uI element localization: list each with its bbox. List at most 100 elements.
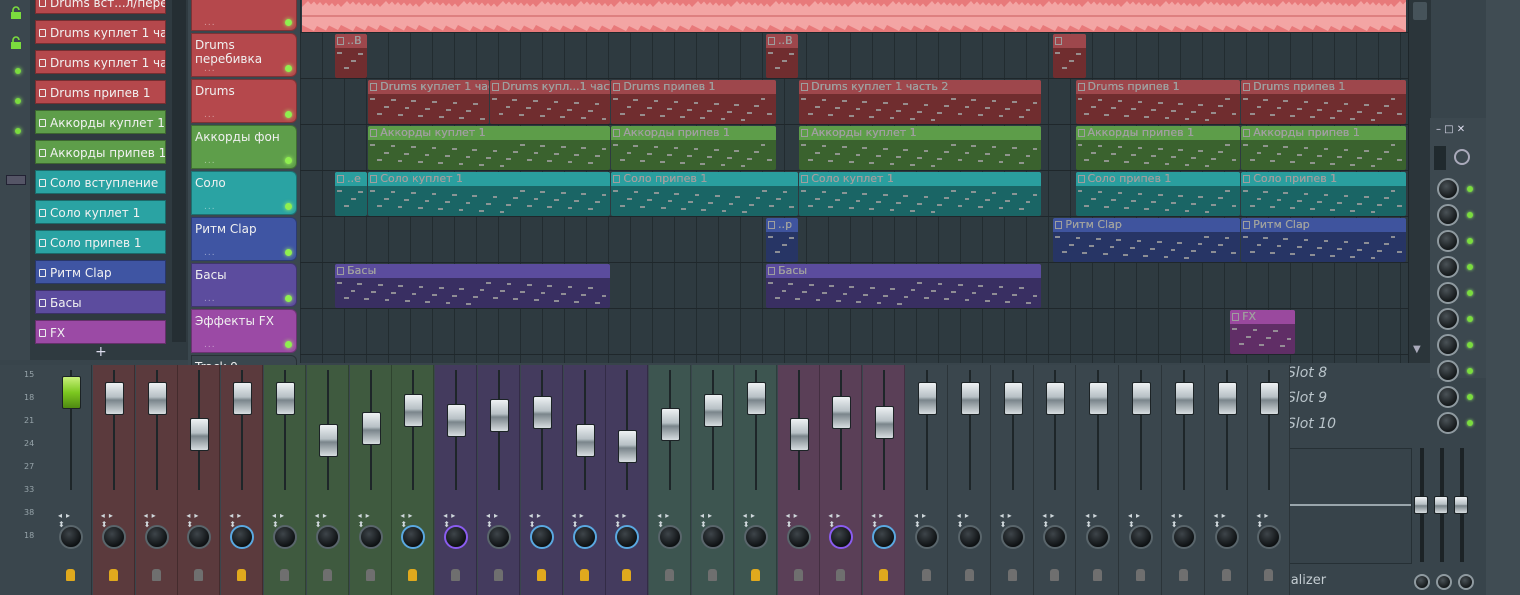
- track-led[interactable]: [285, 295, 292, 302]
- mute-lamp-icon[interactable]: [1136, 569, 1145, 581]
- pan-knob[interactable]: [101, 525, 126, 549]
- mute-lamp-icon[interactable]: [322, 569, 332, 581]
- pattern-clip[interactable]: Drums припев 1: [1241, 80, 1406, 124]
- pattern-clip[interactable]: Соло припев 1: [1241, 172, 1406, 216]
- pan-knob[interactable]: [401, 525, 426, 549]
- add-pattern-button[interactable]: +: [95, 344, 107, 360]
- mute-lamp-icon[interactable]: [1221, 569, 1231, 581]
- pattern-clip[interactable]: ..B: [766, 34, 799, 78]
- eq-bands[interactable]: [1414, 448, 1474, 562]
- mute-lamp-icon[interactable]: [750, 569, 760, 581]
- eq-band-fader[interactable]: [1434, 496, 1448, 514]
- pan-knob[interactable]: [1257, 525, 1282, 549]
- mute-lamp-icon[interactable]: [494, 569, 503, 581]
- pattern-item[interactable]: FX: [35, 320, 166, 344]
- panel-knob[interactable]: [1437, 178, 1459, 200]
- volume-fader[interactable]: [104, 382, 124, 415]
- lock-icon[interactable]: [9, 6, 23, 20]
- mute-lamp-icon[interactable]: [1178, 569, 1188, 581]
- track-header[interactable]: Ритм Clap...: [191, 217, 297, 261]
- pan-knob[interactable]: [1000, 525, 1025, 549]
- track-led[interactable]: [285, 65, 292, 72]
- pan-knob[interactable]: [1214, 525, 1239, 549]
- mute-lamp-icon[interactable]: [151, 569, 161, 581]
- pattern-clip[interactable]: Drums припев 1: [1075, 80, 1241, 124]
- pattern-clip[interactable]: Басы: [335, 264, 611, 308]
- mute-lamp-icon[interactable]: [365, 569, 375, 581]
- volume-fader[interactable]: [233, 382, 253, 415]
- volume-fader[interactable]: [361, 412, 381, 445]
- pan-knob[interactable]: [358, 525, 383, 549]
- volume-fader[interactable]: [490, 398, 509, 432]
- mute-lamp-icon[interactable]: [536, 569, 546, 581]
- mute-lamp-icon[interactable]: [879, 569, 889, 581]
- eq-knob[interactable]: [1436, 574, 1452, 590]
- pan-knob[interactable]: [701, 525, 725, 549]
- pattern-clip[interactable]: Соло припев 1: [1075, 172, 1241, 216]
- volume-fader[interactable]: [1174, 382, 1194, 415]
- mute-lamp-icon[interactable]: [66, 569, 75, 581]
- audio-clip[interactable]: [302, 0, 1406, 32]
- eq-knob[interactable]: [1414, 574, 1430, 590]
- track-led[interactable]: [285, 157, 292, 164]
- panel-knob[interactable]: [1437, 412, 1459, 434]
- pattern-clip[interactable]: Ритм Clap: [1053, 218, 1241, 262]
- volume-fader[interactable]: [318, 424, 338, 457]
- panel-knob[interactable]: [1437, 386, 1459, 408]
- window-controls[interactable]: – □ ✕: [1436, 124, 1465, 135]
- pan-knob[interactable]: [144, 525, 169, 549]
- pan-knob[interactable]: [1043, 525, 1068, 549]
- picker-scrollbar[interactable]: [172, 0, 186, 342]
- volume-fader[interactable]: [918, 382, 937, 415]
- mute-lamp-icon[interactable]: [237, 569, 247, 581]
- pan-knob[interactable]: [1129, 525, 1153, 549]
- volume-fader[interactable]: [1089, 382, 1109, 415]
- pattern-clip[interactable]: Аккорды припев 1: [611, 126, 777, 170]
- volume-fader[interactable]: [704, 394, 723, 427]
- pan-knob[interactable]: [957, 525, 982, 549]
- volume-fader[interactable]: [1260, 382, 1280, 415]
- panel-knob[interactable]: [1437, 204, 1459, 226]
- track-header[interactable]: Аккорды фон...: [191, 125, 297, 169]
- pattern-item[interactable]: Соло припев 1: [35, 230, 166, 254]
- volume-fader[interactable]: [276, 382, 295, 415]
- volume-fader[interactable]: [618, 430, 638, 463]
- pan-knob[interactable]: [315, 525, 340, 549]
- volume-fader[interactable]: [661, 408, 681, 442]
- mute-lamp-icon[interactable]: [836, 569, 846, 581]
- panel-knob[interactable]: [1437, 230, 1459, 252]
- track-led[interactable]: [285, 203, 292, 210]
- mute-lamp-icon[interactable]: [1050, 569, 1060, 581]
- track-header[interactable]: Drums перебивка...: [191, 33, 297, 77]
- mute-lamp-icon[interactable]: [622, 569, 632, 581]
- volume-fader[interactable]: [960, 382, 980, 415]
- pattern-item[interactable]: Ритм Clap: [35, 260, 166, 284]
- pan-knob[interactable]: [658, 525, 683, 549]
- mute-lamp-icon[interactable]: [1007, 569, 1017, 581]
- pan-knob[interactable]: [615, 525, 640, 549]
- pan-knob[interactable]: [872, 525, 897, 549]
- pattern-item[interactable]: Drums припев 1: [35, 80, 166, 104]
- track-led[interactable]: [285, 341, 292, 348]
- pan-knob[interactable]: [59, 525, 83, 549]
- panel-knob[interactable]: [1437, 256, 1459, 278]
- pan-knob[interactable]: [187, 525, 212, 549]
- volume-fader[interactable]: [575, 424, 595, 457]
- pattern-item[interactable]: Басы: [35, 290, 166, 314]
- pattern-clip[interactable]: Соло куплет 1: [368, 172, 611, 216]
- track-header[interactable]: ...: [191, 0, 297, 31]
- pattern-clip[interactable]: Drums припев 1: [611, 80, 777, 124]
- volume-fader[interactable]: [1217, 382, 1237, 415]
- mute-lamp-icon[interactable]: [408, 569, 418, 581]
- mute-lamp-icon[interactable]: [964, 569, 974, 581]
- track-led[interactable]: [285, 111, 292, 118]
- pan-knob[interactable]: [230, 525, 255, 549]
- pan-knob[interactable]: [1171, 525, 1196, 549]
- volume-fader[interactable]: [404, 394, 424, 427]
- mute-lamp-icon[interactable]: [194, 569, 204, 581]
- eq-band-fader[interactable]: [1414, 496, 1428, 514]
- volume-fader[interactable]: [532, 396, 552, 430]
- volume-fader[interactable]: [62, 376, 81, 409]
- playlist-scrollbar[interactable]: ▼: [1408, 0, 1431, 363]
- strip-handle[interactable]: [6, 175, 26, 185]
